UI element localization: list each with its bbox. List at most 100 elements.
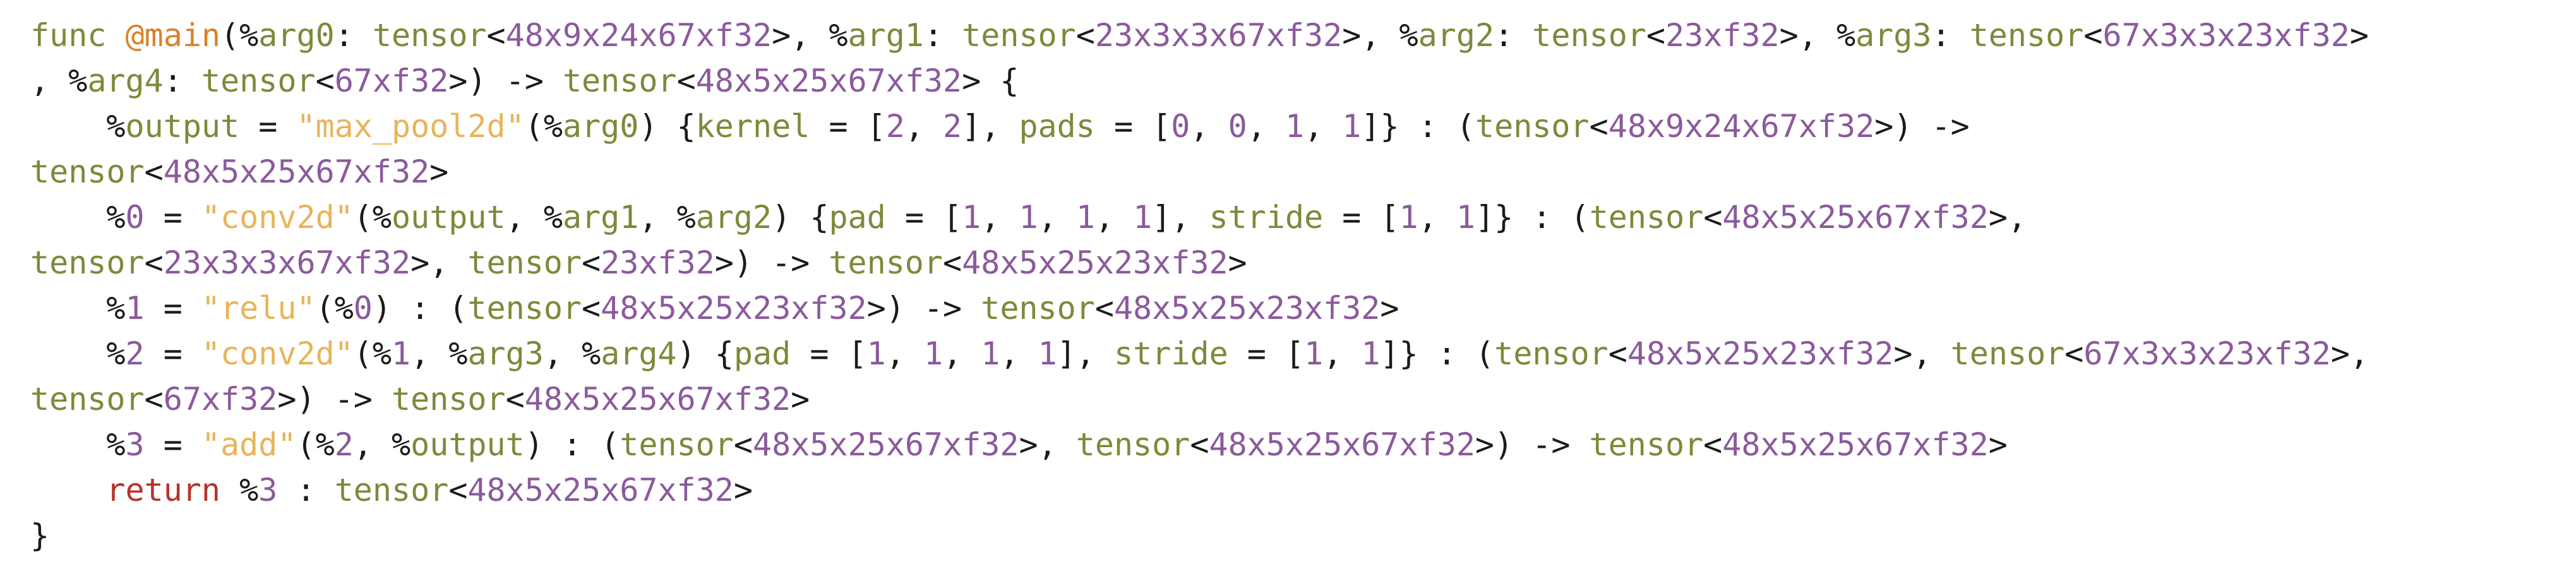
sigil-token: % — [1399, 17, 1418, 54]
punctuation-token: , — [1418, 199, 1456, 236]
punctuation-token: < — [2064, 335, 2084, 372]
punctuation-token: : — [163, 63, 201, 99]
string-token: "conv2d" — [201, 335, 354, 372]
sigil-token: % — [392, 426, 411, 463]
number-token: 23x3x3x67xf32 — [163, 244, 411, 281]
variable-token: arg2 — [1418, 17, 1495, 54]
number-token: 1 — [923, 335, 944, 372]
code-line: } — [30, 513, 2576, 558]
type-token: tensor — [829, 244, 943, 281]
punctuation-token: ( — [524, 108, 544, 145]
punctuation-token: < — [1703, 199, 1723, 236]
punctuation-token: ], — [1057, 335, 1115, 372]
type-token: tensor — [1589, 199, 1704, 236]
sigil-token: % — [334, 290, 354, 327]
sigil-token: % — [448, 335, 468, 372]
type-token: tensor — [962, 17, 1076, 54]
punctuation-token: = [ — [885, 199, 962, 236]
punctuation-token: < — [1646, 17, 1666, 54]
number-token: 1 — [1133, 199, 1153, 236]
punctuation-token: ( — [315, 290, 335, 327]
type-token: tensor — [201, 63, 316, 99]
number-token: 1 — [1399, 199, 1418, 236]
punctuation-token: = [ — [810, 108, 886, 145]
punctuation-token: < — [676, 63, 696, 99]
number-token: 48x5x25x67xf32 — [1722, 426, 1989, 463]
number-token: 48x5x25x23xf32 — [601, 290, 867, 327]
type-token: tensor — [30, 153, 145, 190]
punctuation-token: < — [582, 290, 601, 327]
punctuation-token: , — [1323, 335, 1362, 372]
number-token: 48x5x25x67xf32 — [524, 381, 791, 417]
code-editor[interactable]: func @main(%arg0: tensor<48x9x24x67xf32>… — [0, 0, 2576, 558]
punctuation-token: ( — [220, 17, 240, 54]
punctuation-token: < — [1075, 17, 1095, 54]
type-token: tensor — [30, 381, 145, 417]
variable-token: stride — [1114, 335, 1228, 372]
variable-token: pads — [1019, 108, 1095, 145]
punctuation-token: < — [1608, 335, 1627, 372]
punctuation-token: < — [505, 381, 525, 417]
punctuation-token: } — [30, 517, 50, 554]
punctuation-token: ], — [962, 108, 1019, 145]
punctuation-token: >) -> — [277, 381, 392, 417]
punctuation-token: ) : ( — [372, 290, 468, 327]
sigil-token: % — [106, 426, 126, 463]
punctuation-token: : — [923, 17, 962, 54]
type-token: tensor — [1950, 335, 2065, 372]
sigil-token: % — [106, 290, 126, 327]
string-token: "add" — [201, 426, 297, 463]
variable-token: output — [392, 199, 506, 236]
punctuation-token: > — [1380, 290, 1399, 327]
punctuation-token: > — [791, 381, 810, 417]
punctuation-token: >, — [772, 17, 829, 54]
number-token: 67xf32 — [334, 63, 449, 99]
punctuation-token: , — [543, 335, 582, 372]
variable-token: arg3 — [1855, 17, 1932, 54]
punctuation-token: , — [885, 335, 924, 372]
keyword-token: func — [30, 17, 107, 54]
punctuation-token: >) -> — [1874, 108, 1970, 145]
punctuation-token: < — [448, 472, 468, 508]
number-token: 3 — [125, 426, 145, 463]
type-token: tensor — [30, 244, 145, 281]
punctuation-token: : — [277, 472, 335, 508]
code-line: %1 = "relu"(%0) : (tensor<48x5x25x23xf32… — [30, 285, 2576, 331]
number-token: 48x5x25x67xf32 — [753, 426, 1019, 463]
punctuation-token: < — [144, 244, 164, 281]
number-token: 48x5x25x67xf32 — [1722, 199, 1989, 236]
type-token: tensor — [1475, 108, 1590, 145]
variable-token: kernel — [695, 108, 810, 145]
sigil-token: % — [829, 17, 848, 54]
type-token: tensor — [334, 472, 449, 508]
punctuation-token: >, — [1779, 17, 1836, 54]
type-token: tensor — [467, 290, 582, 327]
number-token: 48x5x25x23xf32 — [962, 244, 1228, 281]
sigil-token: % — [1836, 17, 1856, 54]
punctuation-token: = [ — [1323, 199, 1399, 236]
number-token: 67x3x3x23xf32 — [2083, 335, 2331, 372]
type-token: tensor — [620, 426, 734, 463]
type-token: tensor — [1494, 335, 1609, 372]
variable-token: pad — [733, 335, 791, 372]
number-token: 48x5x25x23xf32 — [1627, 335, 1894, 372]
punctuation-token: < — [943, 244, 962, 281]
punctuation-token: , — [1247, 108, 1285, 145]
punctuation-token: ) { — [772, 199, 829, 236]
code-line: %output = "max_pool2d"(%arg0) {kernel = … — [30, 104, 2576, 149]
number-token: 48x5x25x67xf32 — [695, 63, 962, 99]
type-token: tensor — [1589, 426, 1704, 463]
punctuation-token: < — [315, 63, 335, 99]
sigil-token: % — [106, 335, 126, 372]
punctuation-token: > — [429, 153, 449, 190]
punctuation-token: > — [1228, 244, 1247, 281]
punctuation-token: = [ — [1094, 108, 1171, 145]
number-token: 48x5x25x23xf32 — [1113, 290, 1381, 327]
variable-token: arg1 — [562, 199, 639, 236]
number-token: 2 — [125, 335, 145, 372]
number-token: 23xf32 — [1665, 17, 1780, 54]
code-line: tensor<23x3x3x67xf32>, tensor<23xf32>) -… — [30, 240, 2576, 285]
punctuation-token: , — [904, 108, 944, 145]
